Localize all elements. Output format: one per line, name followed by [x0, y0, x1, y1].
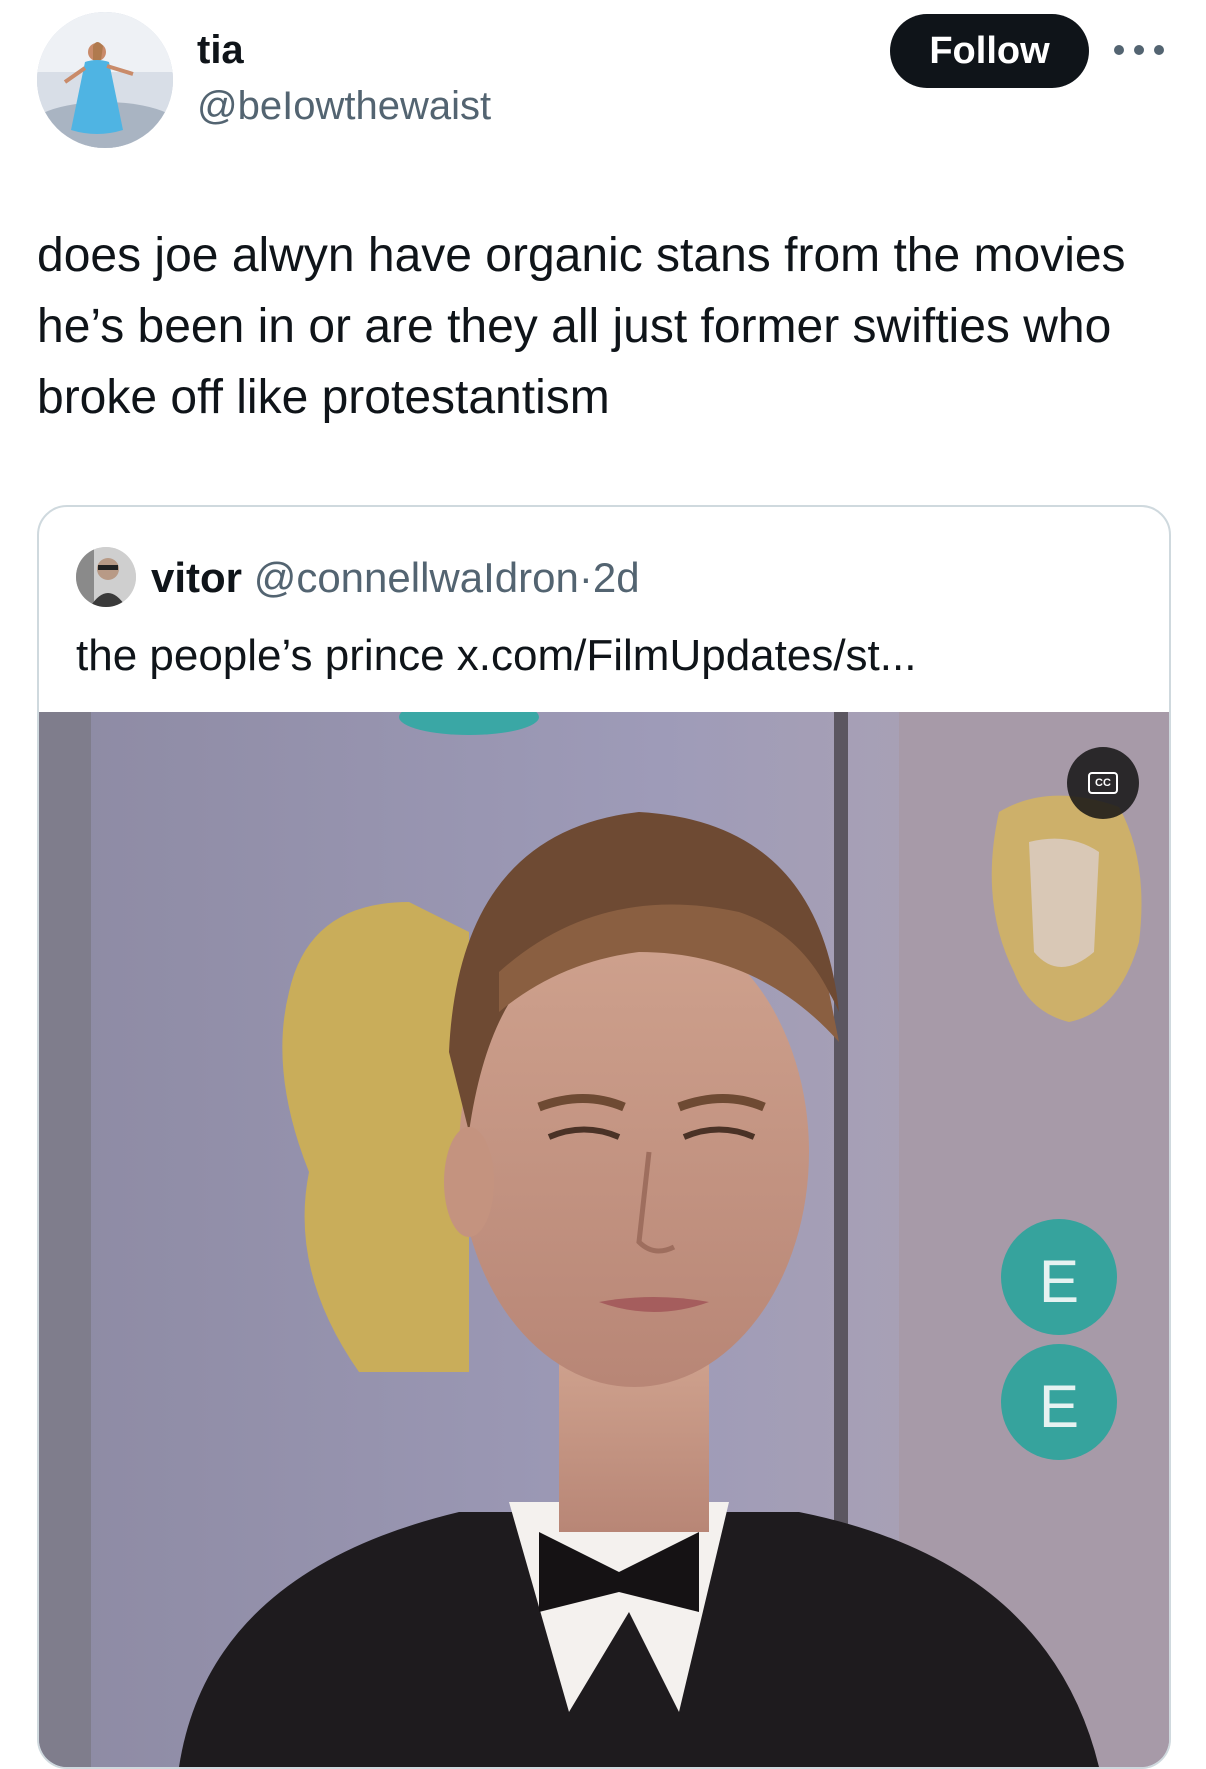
author-avatar[interactable] [37, 12, 173, 148]
svg-text:E: E [1039, 1248, 1079, 1315]
post-header: tia @beIowthewaist Follow [0, 0, 1206, 160]
quoted-avatar-image [76, 547, 136, 607]
svg-text:E: E [1039, 1373, 1079, 1440]
quoted-author-line: vitor @connellwaIdron·2d [151, 553, 640, 603]
quoted-author-avatar[interactable] [76, 547, 136, 607]
quoted-post-header: vitor @connellwaIdron·2d the people’s pr… [39, 507, 1169, 712]
quoted-separator: · [578, 554, 593, 601]
quoted-author-display-name[interactable]: vitor [151, 554, 242, 601]
quoted-post-text: the people’s prince x.com/FilmUpdates/st… [76, 631, 917, 680]
closed-captions-icon: CC [1088, 772, 1118, 794]
author-handle[interactable]: @beIowthewaist [197, 82, 491, 130]
quoted-video[interactable]: E E CC [39, 712, 1169, 1767]
avatar-image [37, 12, 173, 148]
closed-captions-button[interactable]: CC [1067, 747, 1139, 819]
more-options-button[interactable] [1112, 30, 1166, 70]
quoted-post-card[interactable]: vitor @connellwaIdron·2d the people’s pr… [37, 505, 1171, 1769]
more-dots-icon [1114, 45, 1164, 55]
quoted-author-handle[interactable]: @connellwaIdron [254, 554, 579, 601]
follow-button[interactable]: Follow [890, 14, 1089, 88]
quoted-timestamp[interactable]: 2d [593, 554, 640, 601]
post-text: does joe alwyn have organic stans from t… [37, 229, 1126, 424]
video-frame: E E [39, 712, 1169, 1767]
author-display-name[interactable]: tia [197, 26, 244, 74]
